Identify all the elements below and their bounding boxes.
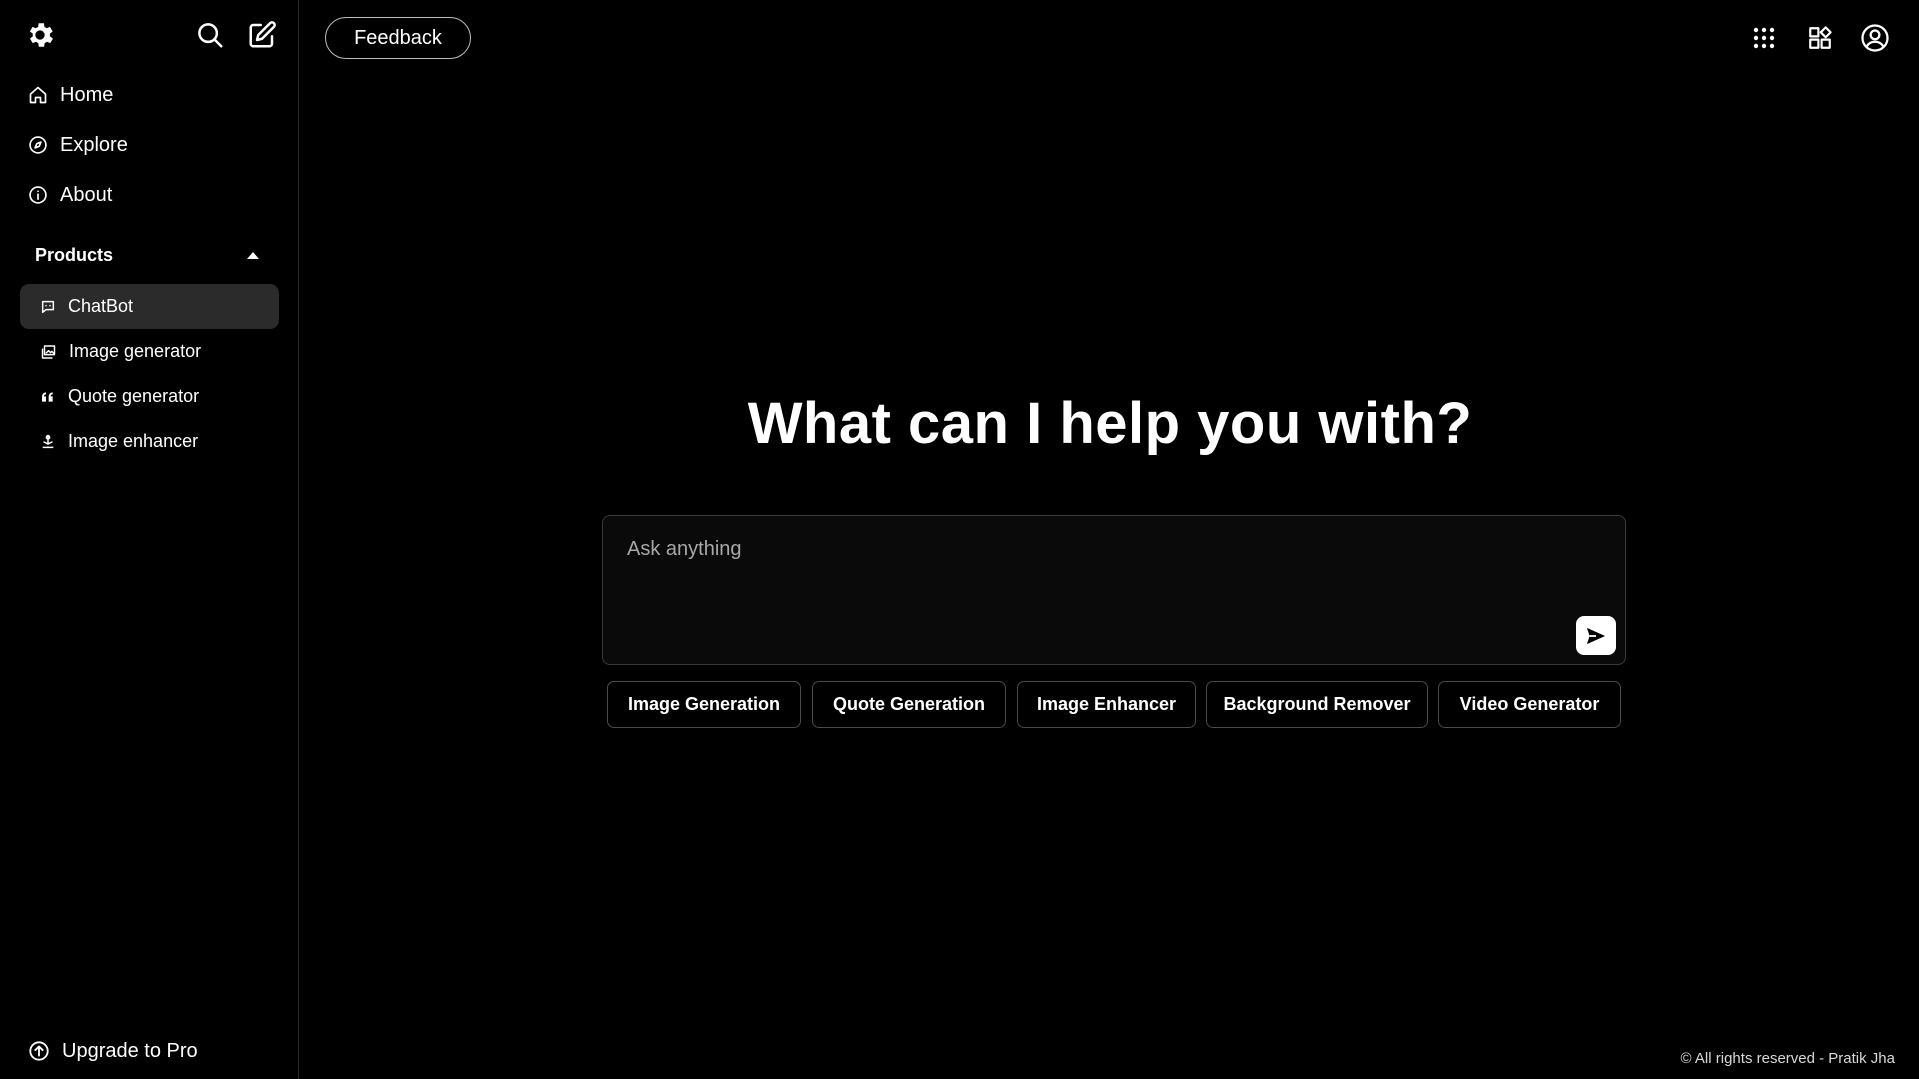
product-item-image-enhancer[interactable]: Image enhancer	[20, 419, 279, 464]
compass-icon	[29, 136, 47, 154]
product-item-chatbot[interactable]: ChatBot	[20, 284, 279, 329]
footer-copyright: © All rights reserved - Pratik Jha	[1680, 1050, 1895, 1067]
product-item-quote-generator[interactable]: Quote generator	[20, 374, 279, 419]
send-button[interactable]	[1576, 616, 1616, 655]
quote-icon	[42, 391, 53, 402]
home-icon	[29, 86, 47, 104]
images-icon	[41, 344, 56, 359]
gear-logo-icon[interactable]	[24, 19, 56, 51]
product-item-image-generator[interactable]: Image generator	[20, 329, 279, 374]
app-root: Home Explore About Products ChatBot Imag…	[0, 0, 1919, 1079]
products-toggle[interactable]: Products	[35, 240, 260, 270]
feedback-button[interactable]: Feedback	[325, 17, 471, 59]
chip-video-generator[interactable]: Video Generator	[1438, 681, 1621, 728]
nav-item-about[interactable]: About	[28, 178, 278, 212]
chip-quote-generation[interactable]: Quote Generation	[812, 681, 1006, 728]
chip-image-generation[interactable]: Image Generation	[607, 681, 801, 728]
product-item-label: Image enhancer	[68, 431, 199, 451]
chip-background-remover[interactable]: Background Remover	[1206, 681, 1428, 728]
page-title: What can I help you with?	[747, 391, 1473, 456]
widgets-icon[interactable]	[1802, 20, 1838, 56]
prompt-box	[602, 515, 1626, 665]
nav-item-label: Home	[60, 83, 114, 106]
search-icon[interactable]	[193, 18, 227, 52]
upgrade-label: Upgrade to Pro	[62, 1039, 198, 1062]
nav-item-label: Explore	[60, 133, 128, 156]
upgrade-to-pro-link[interactable]: Upgrade to Pro	[28, 1034, 198, 1068]
send-icon	[1586, 627, 1606, 644]
account-icon[interactable]	[1857, 20, 1893, 56]
info-icon	[29, 186, 47, 204]
grid-dots-icon[interactable]	[1746, 20, 1782, 56]
edit-icon[interactable]	[245, 18, 279, 52]
nav-item-explore[interactable]: Explore	[28, 128, 278, 162]
sidebar: Home Explore About Products ChatBot Imag…	[0, 0, 299, 1079]
chat-icon	[41, 300, 55, 313]
arrow-up-circle-icon	[29, 1041, 49, 1061]
product-item-label: Image generator	[69, 341, 202, 361]
product-item-label: Quote generator	[68, 386, 200, 406]
prompt-input[interactable]	[627, 534, 1587, 564]
product-item-label: ChatBot	[68, 296, 134, 316]
caret-up-icon	[247, 252, 259, 259]
enhance-icon	[42, 434, 54, 448]
products-heading: Products	[35, 244, 114, 265]
chip-image-enhancer[interactable]: Image Enhancer	[1017, 681, 1196, 728]
sidebar-top	[0, 0, 299, 72]
nav-item-label: About	[60, 183, 113, 206]
nav-item-home[interactable]: Home	[28, 78, 278, 112]
